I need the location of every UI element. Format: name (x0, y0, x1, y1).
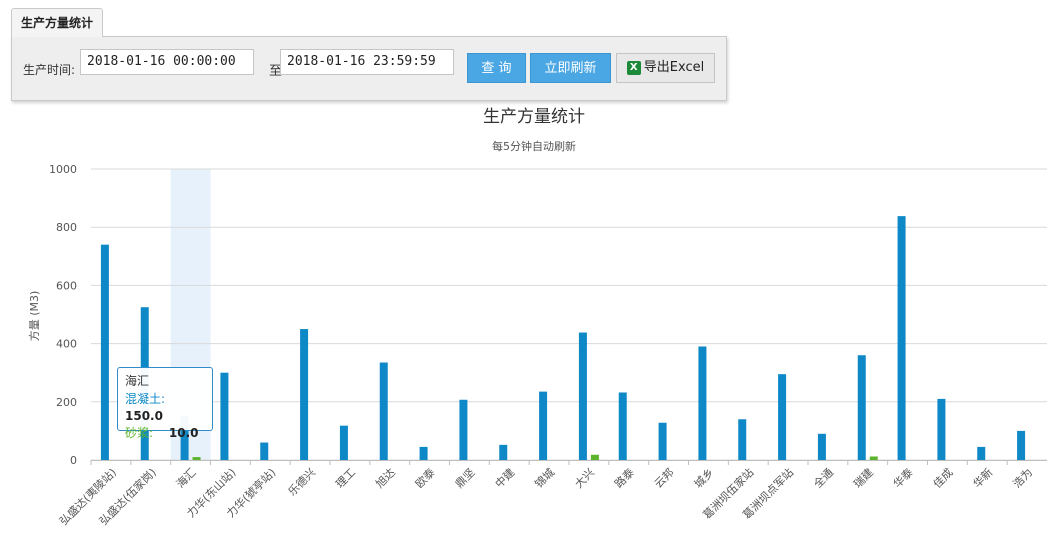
export-excel-button[interactable]: X 导出Excel (616, 53, 715, 83)
x-tick-label: 理工 (333, 466, 358, 491)
x-tick-label: 鼎坚 (453, 466, 478, 491)
bar-concrete[interactable] (977, 446, 986, 460)
y-tick-label: 800 (56, 221, 77, 234)
bar-concrete[interactable] (260, 442, 269, 460)
export-label: 导出Excel (643, 60, 705, 75)
bar-concrete[interactable] (698, 346, 707, 460)
bar-concrete[interactable] (897, 216, 906, 460)
bar-concrete[interactable] (220, 372, 229, 460)
x-tick-label: 佳成 (930, 465, 955, 490)
y-tick-label: 200 (56, 396, 77, 409)
x-tick-label: 华泰 (890, 465, 915, 490)
x-tick-label: 华新 (970, 465, 995, 490)
y-tick-label: 1000 (49, 163, 77, 176)
tooltip-mortar-label: 砂浆: (125, 426, 154, 440)
bar-concrete[interactable] (539, 391, 548, 460)
y-tick-label: 400 (56, 338, 77, 351)
y-axis-label: 方量 (M3) (27, 291, 41, 342)
x-tick-label: 锦城 (532, 465, 557, 490)
tooltip-mortar-value: 10.0 (168, 426, 199, 440)
x-tick-label: 乐德兴 (285, 465, 318, 498)
bar-concrete[interactable] (379, 362, 388, 460)
bar-concrete[interactable] (857, 355, 866, 460)
y-tick-label: 600 (56, 279, 77, 292)
bar-concrete[interactable] (658, 422, 667, 460)
bar-mortar[interactable] (192, 457, 201, 460)
excel-icon: X (626, 61, 641, 75)
y-tick-label: 0 (70, 454, 77, 467)
query-panel: 生产方量统计 生产时间: 2018-01-16 00:00:00 至 2018-… (11, 8, 727, 101)
bar-concrete[interactable] (937, 398, 946, 460)
chart-title: 生产方量统计 (483, 107, 585, 127)
bar-concrete[interactable] (419, 446, 428, 460)
bar-concrete[interactable] (817, 433, 826, 460)
chart-tooltip: 海汇 混凝土: 150.0 砂浆: 10.0 (117, 367, 213, 440)
x-tick-label: 全通 (811, 465, 836, 490)
tooltip-concrete-label: 混凝土: (125, 392, 166, 406)
x-tick-label: 城乡 (692, 466, 717, 491)
bar-concrete[interactable] (738, 419, 747, 460)
x-tick-label: 中建 (492, 465, 517, 490)
x-tick-label: 云邦 (652, 466, 677, 491)
start-time-input[interactable]: 2018-01-16 00:00:00 (80, 49, 254, 75)
time-label: 生产时间: (23, 63, 76, 77)
bar-concrete[interactable] (578, 332, 587, 460)
end-time-input[interactable]: 2018-01-16 23:59:59 (280, 49, 454, 75)
x-tick-label: 大兴 (572, 465, 597, 490)
bar-concrete[interactable] (1017, 430, 1026, 460)
x-tick-label: 浩为 (1010, 466, 1035, 491)
x-tick-label: 旭达 (372, 465, 397, 490)
x-tick-label: 欧泰 (412, 465, 437, 490)
production-bar-chart: 02004006008001000 弘盛达(夷陵站)弘盛达(伍家岗) 海汇力华(东… (27, 107, 1047, 528)
bar-concrete[interactable] (778, 374, 787, 460)
bar-concrete[interactable] (618, 392, 627, 460)
bar-concrete[interactable] (459, 399, 468, 460)
tooltip-title: 海汇 (125, 374, 150, 388)
bar-concrete[interactable] (499, 444, 508, 460)
bar-concrete[interactable] (300, 329, 309, 460)
filter-bar: 生产时间: 2018-01-16 00:00:00 至 2018-01-16 2… (11, 36, 727, 101)
tab-production-stats[interactable]: 生产方量统计 (11, 8, 104, 37)
x-tick-label: 路泰 (611, 465, 636, 490)
bar-concrete[interactable] (100, 244, 109, 460)
x-tick-label: 瑞建 (850, 465, 875, 490)
refresh-button[interactable]: 立即刷新 (530, 53, 611, 83)
tooltip-concrete-value: 150.0 (125, 409, 163, 423)
bar-mortar[interactable] (869, 456, 878, 460)
chart-subtitle: 每5分钟自动刷新 (492, 139, 576, 153)
bar-mortar[interactable] (590, 454, 599, 460)
bar-concrete[interactable] (339, 425, 348, 460)
x-tick-label: 海汇 (173, 465, 198, 490)
query-button[interactable]: 查 询 (467, 53, 526, 83)
